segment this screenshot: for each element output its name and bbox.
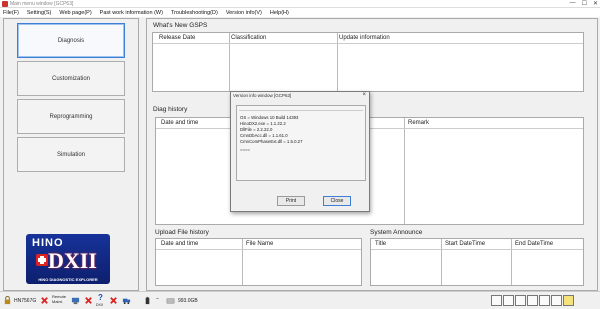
tool-icon-1[interactable] — [491, 295, 502, 306]
menu-troubleshooting[interactable]: Troubleshooting(D) — [171, 10, 218, 16]
menu-setting[interactable]: Setting(S) — [27, 10, 51, 16]
tool-icon-4[interactable] — [527, 295, 538, 306]
info-line: ==== — [240, 147, 251, 152]
menu-past-work[interactable]: Past work information (W) — [100, 10, 163, 16]
customization-button[interactable]: Customization — [17, 61, 125, 96]
col-date-and-time: Date and time — [161, 120, 199, 126]
upload-history-title: Upload File history — [155, 229, 209, 236]
status-bar: HN7567G Remote Maint. ? DXII – 993.0GB — [0, 291, 600, 309]
user-id: HN7567G — [14, 298, 37, 304]
battery-icon — [145, 296, 150, 305]
info-line: CmnComPhaseExt.dll = 1.5.0.27 — [240, 139, 303, 144]
info-line: OS = Windows 10 Build 14393 — [240, 115, 299, 120]
menu-help[interactable]: Help(H) — [270, 10, 289, 16]
help-icon[interactable]: ? — [98, 293, 103, 302]
dialog-title: Version info window [GCP63] — [233, 93, 292, 98]
disk-space: 993.0GB — [178, 298, 198, 304]
col-remark: Remark — [408, 120, 430, 126]
truck-icon[interactable] — [122, 296, 131, 305]
version-info-dialog: Version info window [GCP63] × OS = Windo… — [230, 91, 370, 212]
info-line: HinoDX2.exe = 1.1.22.2 — [240, 121, 286, 126]
disk-icon — [166, 298, 175, 304]
upload-history-table[interactable]: Date and time File Name — [155, 238, 362, 286]
monitor-icon[interactable] — [71, 296, 80, 305]
tool-icon-5[interactable] — [539, 295, 550, 306]
reprogramming-button[interactable]: Reprogramming — [17, 99, 125, 134]
tool-icon-2[interactable] — [503, 295, 514, 306]
diag-history-title: Diag history — [153, 106, 188, 113]
whats-new-table[interactable]: Release Date Classification Update infor… — [152, 32, 584, 92]
tool-icon-3[interactable] — [515, 295, 526, 306]
app-icon — [2, 1, 8, 7]
col-update-information: Update information — [339, 35, 390, 41]
version-info-box: OS = Windows 10 Build 14393 HinoDX2.exe … — [236, 105, 366, 181]
dialog-close-icon[interactable]: × — [362, 92, 366, 98]
help-label: DXII — [96, 303, 103, 307]
close-button[interactable]: ✕ — [593, 0, 598, 7]
maximize-button[interactable]: ☐ — [582, 0, 587, 7]
disconnected-icon[interactable] — [40, 296, 49, 305]
info-line: DllFile = 2.2.22.0 — [240, 127, 273, 132]
menu-web-page[interactable]: Web page(P) — [59, 10, 91, 16]
col-classification: Classification — [231, 35, 267, 41]
diagnosis-button[interactable]: Diagnosis — [17, 23, 125, 58]
window-title: Main menu window [GCP63] — [10, 1, 74, 7]
menu-version-info[interactable]: Version info(V) — [226, 10, 262, 16]
system-announce-title: System Announce — [370, 229, 423, 236]
exit-icon[interactable] — [109, 296, 118, 305]
col-end-datetime: End DateTime — [515, 241, 554, 247]
minimize-button[interactable]: — — [570, 0, 576, 7]
lock-icon — [4, 296, 11, 305]
logo-product: DXII — [48, 248, 97, 273]
system-announce-table[interactable]: Title Start DateTime End DateTime — [370, 238, 584, 286]
menu-bar: File(F) Setting(S) Web page(P) Past work… — [0, 8, 600, 17]
info-line: CmnDbAcc.dll = 1.1.61.0 — [240, 133, 288, 138]
col-title: Title — [375, 241, 387, 247]
whats-new-title: What's New GSPS — [153, 22, 208, 29]
tool-icon-6[interactable] — [551, 295, 562, 306]
title-bar: Main menu window [GCP63] — ☐ ✕ — [0, 0, 600, 8]
tool-icon-7[interactable] — [563, 295, 574, 306]
simulation-button[interactable]: Simulation — [17, 137, 125, 172]
separator-dash: – — [156, 296, 159, 302]
col-file-name: File Name — [246, 241, 274, 247]
col-start-datetime: Start DateTime — [445, 241, 486, 247]
logo-cross-icon — [36, 254, 48, 266]
print-button[interactable]: Print — [277, 196, 305, 206]
col-upload-date: Date and time — [161, 241, 199, 247]
close-session-icon[interactable] — [84, 296, 93, 305]
menu-file[interactable]: File(F) — [3, 10, 19, 16]
remote-maint-label[interactable]: Remote Maint. — [52, 294, 68, 304]
hino-dxii-logo: HINO DXII HINO DIAGNOSTIC EXPLORER — [26, 234, 110, 284]
dialog-close-button[interactable]: Close — [323, 196, 351, 206]
logo-subtitle: HINO DIAGNOSTIC EXPLORER — [38, 277, 98, 282]
col-release-date: Release Date — [159, 35, 196, 41]
